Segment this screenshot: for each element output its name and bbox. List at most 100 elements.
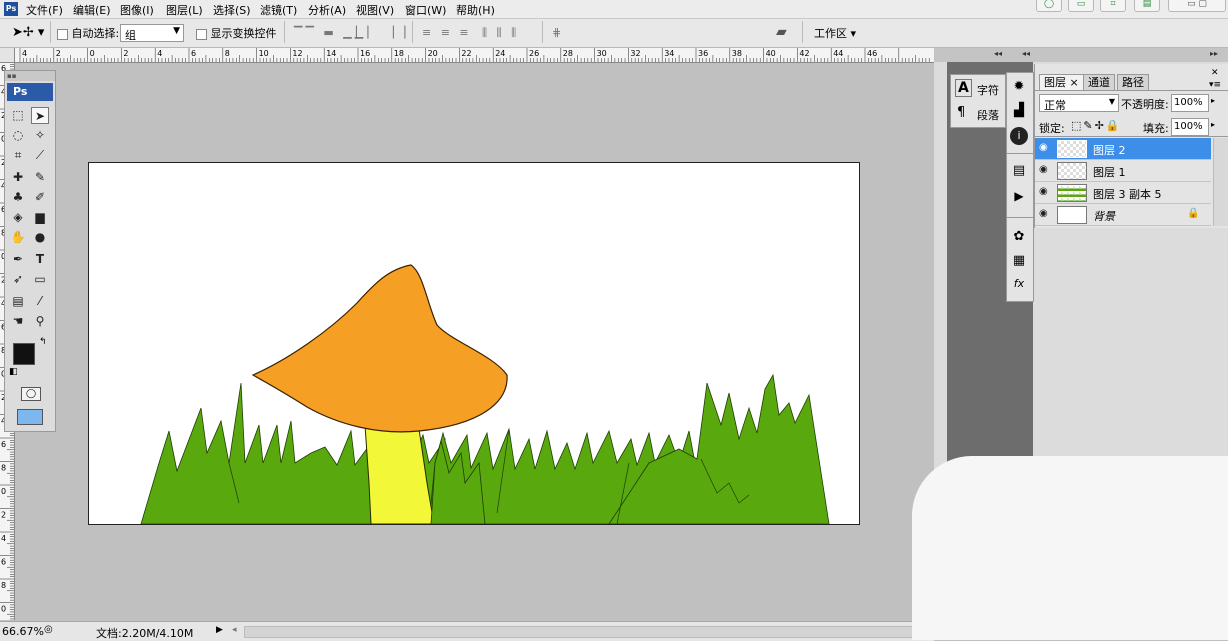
blur-icon[interactable]: ✋ <box>9 229 27 246</box>
paragraph-label[interactable]: 段落 <box>977 107 999 123</box>
tab-paths[interactable]: 路径 <box>1117 74 1149 90</box>
magic-wand-icon[interactable]: ✧ <box>31 127 49 144</box>
default-colors-icon[interactable]: ◧ <box>9 367 18 377</box>
status-menu-arrow-icon[interactable]: ▶ <box>216 625 223 635</box>
menu-help[interactable]: 帮助(H) <box>456 2 495 18</box>
auto-select-dropdown[interactable]: 组 ▼ <box>120 24 184 42</box>
color-icon[interactable]: ✿ <box>1010 229 1028 247</box>
layer-row[interactable]: ◉ 图层 3 副本 5 <box>1035 182 1211 204</box>
paragraph-icon[interactable]: ¶ <box>957 105 965 120</box>
history-brush-icon[interactable]: ✐ <box>31 189 49 206</box>
fill-arrow-icon[interactable]: ▸ <box>1211 120 1215 129</box>
character-label[interactable]: 字符 <box>977 82 999 98</box>
menu-layer[interactable]: 图层(L) <box>166 2 203 18</box>
ruler-label: 32 <box>630 49 640 58</box>
menu-window[interactable]: 窗口(W) <box>405 2 446 18</box>
info-icon[interactable]: ◎ <box>44 624 53 635</box>
menu-filter[interactable]: 滤镜(T) <box>260 2 297 18</box>
opacity-arrow-icon[interactable]: ▸ <box>1211 96 1215 105</box>
actions-icon[interactable]: ▶ <box>1010 189 1028 207</box>
eyedropper-icon[interactable]: ⁄ <box>31 293 49 310</box>
document-canvas[interactable] <box>88 162 860 525</box>
align-h-icons[interactable]: ▏▏ ▕▕ <box>356 26 408 39</box>
eye-icon[interactable]: ◉ <box>1039 209 1051 219</box>
hand-icon[interactable]: ☚ <box>9 313 27 330</box>
ruler-origin[interactable] <box>0 48 15 63</box>
heal-icon[interactable]: ✚ <box>9 169 27 186</box>
zoom-icon[interactable]: ⚲ <box>31 313 49 330</box>
menu-analysis[interactable]: 分析(A) <box>308 2 346 18</box>
tab-channels[interactable]: 通道 <box>1083 74 1115 90</box>
blend-mode-select[interactable]: 正常 ▼ <box>1039 94 1119 112</box>
capture-icon[interactable]: ⌗ <box>1100 0 1126 12</box>
scroll-left-icon[interactable]: ◂ <box>232 625 237 635</box>
collapse-icon[interactable]: ◂◂ <box>994 49 1002 58</box>
menu-select[interactable]: 选择(S) <box>213 2 251 18</box>
toolbox-grip[interactable]: ▪▪ <box>5 71 55 81</box>
marquee-icon[interactable]: ⬚ <box>9 107 27 124</box>
layer-row[interactable]: ◉ 图层 1 <box>1035 160 1211 182</box>
brush-icon[interactable]: ✎ <box>31 169 49 186</box>
path-select-icon[interactable]: ➶ <box>9 271 27 288</box>
stamp-icon[interactable]: ♣ <box>9 189 27 206</box>
eye-icon[interactable]: ◉ <box>1039 165 1051 175</box>
show-transform-checkbox[interactable]: 显示变换控件 <box>196 25 277 41</box>
search-icon[interactable]: ◯ <box>1036 0 1062 12</box>
menu-view[interactable]: 视图(V) <box>356 2 394 18</box>
slice-icon[interactable]: ⟋ <box>31 147 49 164</box>
eraser-icon[interactable]: ◈ <box>9 209 27 226</box>
tool-icon[interactable]: ▤ <box>1134 0 1160 12</box>
gradient-icon[interactable]: ▆ <box>31 209 49 226</box>
swap-colors-icon[interactable]: ↰ <box>39 337 47 347</box>
expand-icon[interactable]: ▸▸ <box>1210 49 1218 58</box>
styles-icon[interactable]: fx <box>1010 277 1028 295</box>
zoom-level[interactable]: 66.67% <box>2 625 44 638</box>
distribute-icons[interactable]: ≡ ≡ ≡ <box>422 26 472 39</box>
swatches-icon[interactable]: ▦ <box>1010 253 1028 271</box>
eye-icon[interactable]: ◉ <box>1039 143 1051 153</box>
layers-scrollbar[interactable] <box>1213 138 1228 226</box>
move-tool-icon[interactable]: ➤✢ ▾ <box>12 25 44 40</box>
lock-options-icons[interactable]: ⬚✎✢🔒 <box>1071 119 1122 132</box>
opacity-input[interactable]: 100% <box>1171 94 1209 112</box>
layer-row[interactable]: ◉ 背景 🔒 <box>1035 204 1211 226</box>
tab-layers[interactable]: 图层 × <box>1039 74 1084 90</box>
screen-mode-icon[interactable] <box>17 409 43 425</box>
crop-icon[interactable]: ⌗ <box>9 147 27 164</box>
doc-icon[interactable]: ▭ <box>1068 0 1094 12</box>
distribute-h-icons[interactable]: ⫼ ⫼ ⫼ <box>482 26 519 39</box>
shape-icon[interactable]: ▭ <box>31 271 49 288</box>
menu-file[interactable]: 文件(F) <box>26 2 63 18</box>
layer-row[interactable]: ◉ 图层 2 <box>1035 138 1211 160</box>
auto-align-icon[interactable]: ⋕ <box>552 26 564 39</box>
menu-edit[interactable]: 编辑(E) <box>73 2 111 18</box>
ruler-label: 2 <box>1 511 6 520</box>
histogram-icon[interactable]: ▟ <box>1010 103 1028 121</box>
fill-input[interactable]: 100% <box>1171 118 1209 136</box>
info-icon[interactable]: i <box>1010 127 1028 145</box>
type-icon[interactable]: T <box>31 251 49 268</box>
menu-image[interactable]: 图像(I) <box>120 2 154 18</box>
notes-icon[interactable]: ▤ <box>9 293 27 310</box>
horizontal-scrollbar[interactable] <box>244 626 926 638</box>
collapse-icon[interactable]: ◂◂ <box>1022 49 1030 58</box>
photoshop-app-icon[interactable]: Ps <box>4 2 18 16</box>
workspace-button[interactable]: 工作区 ▾ <box>814 25 856 41</box>
checkbox-icon <box>57 28 68 40</box>
dodge-icon[interactable]: ● <box>31 229 49 246</box>
panel-menu-icon[interactable]: ▾≡ <box>1209 80 1221 90</box>
foreground-color-swatch[interactable] <box>13 343 35 365</box>
history-icon[interactable]: ▤ <box>1010 163 1028 181</box>
lasso-icon[interactable]: ◌ <box>9 127 27 144</box>
pen-icon[interactable]: ✒ <box>9 251 27 268</box>
navigator-icon[interactable]: ✹ <box>1010 79 1028 97</box>
status-bar: 66.67% ◎ 文档:2.20M/4.10M ▶ ◂ <box>0 621 934 641</box>
character-icon[interactable]: A <box>955 79 972 97</box>
auto-select-checkbox[interactable]: 自动选择: <box>57 25 119 41</box>
move-tool-icon[interactable]: ➤ <box>31 107 49 124</box>
quick-mask-icon[interactable]: ◯ <box>21 387 41 401</box>
window-controls[interactable]: ▭ ▢ <box>1168 0 1226 12</box>
brush-preset-icon[interactable]: ▰ <box>776 24 787 40</box>
eye-icon[interactable]: ◉ <box>1039 187 1051 197</box>
panel-close-icon[interactable]: ✕ <box>1211 68 1219 78</box>
